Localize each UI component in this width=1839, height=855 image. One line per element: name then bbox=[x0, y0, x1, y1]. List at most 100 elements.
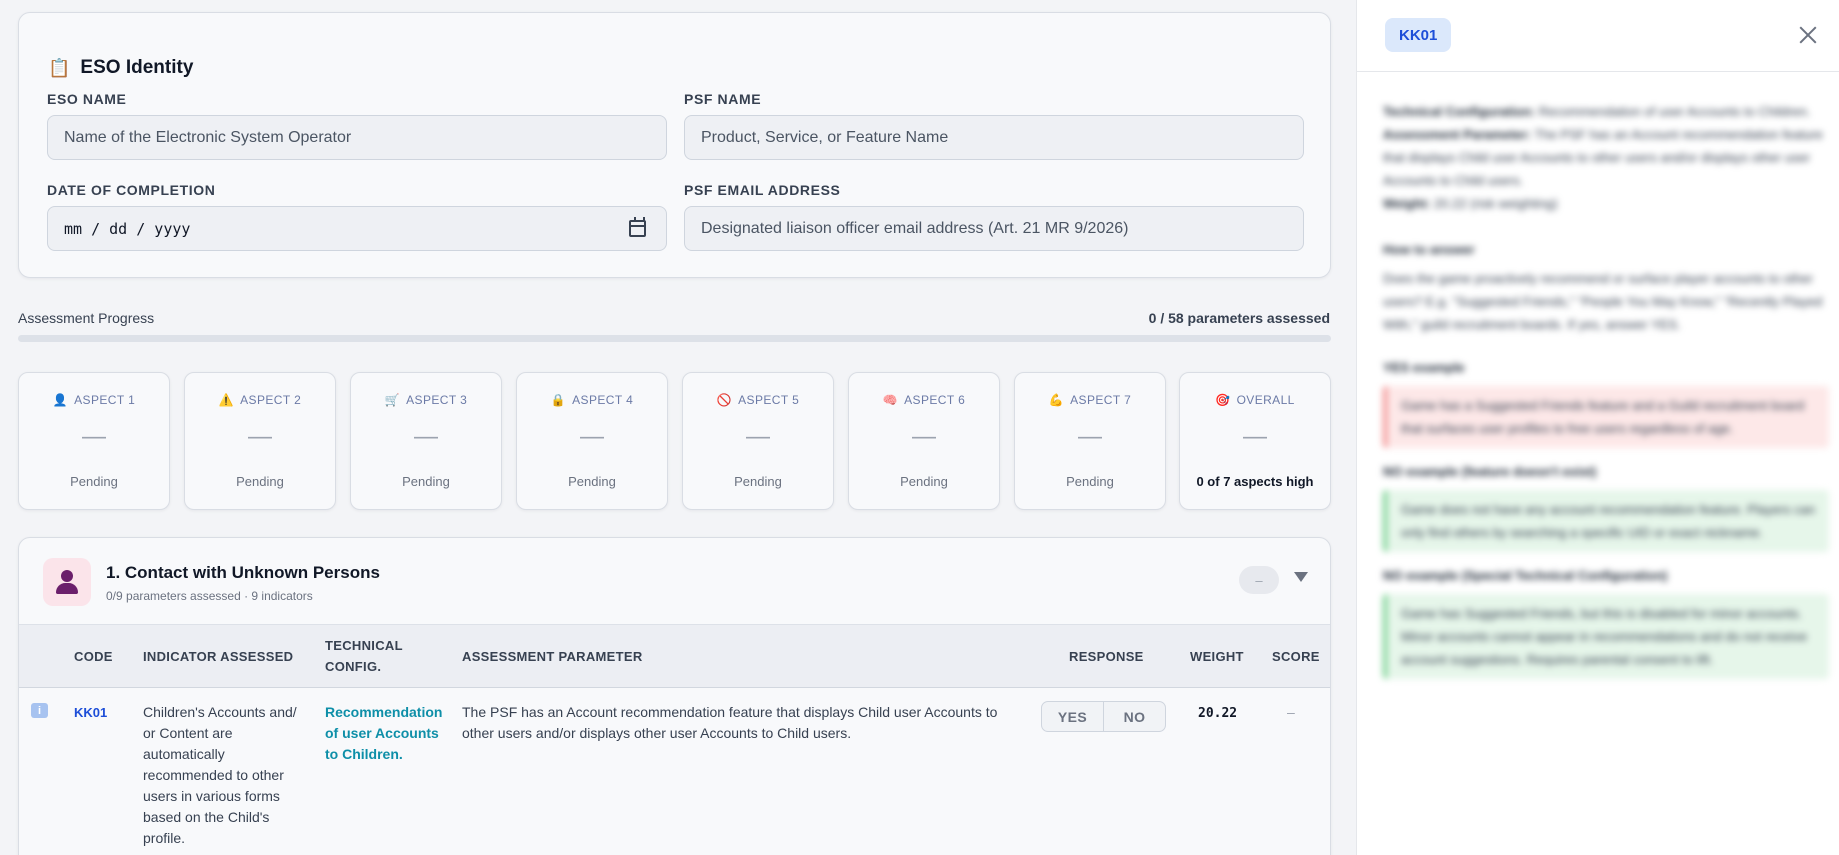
eso-identity-title-text: ESO Identity bbox=[80, 57, 194, 78]
col-score: SCORE bbox=[1272, 649, 1320, 664]
aspect-label: OVERALL bbox=[1236, 393, 1295, 407]
person-icon: 👤 bbox=[52, 393, 69, 407]
no-example-special-box: Game has Suggested Friends, but this is … bbox=[1383, 594, 1829, 679]
flexed-arm-icon: 💪 bbox=[1048, 393, 1065, 407]
row-technical-config[interactable]: Recommendation of user Accounts to Child… bbox=[325, 702, 450, 765]
aspect-card-overall[interactable]: 🎯 OVERALL — 0 of 7 aspects high bbox=[1179, 372, 1331, 510]
aspect-card-2[interactable]: ⚠️ ASPECT 2 — Pending bbox=[184, 372, 336, 510]
psf-name-input[interactable]: Product, Service, or Feature Name bbox=[684, 115, 1304, 160]
calendar-icon[interactable] bbox=[629, 217, 646, 237]
person-icon bbox=[43, 558, 91, 606]
aspect-card-3[interactable]: 🛒 ASPECT 3 — Pending bbox=[350, 372, 502, 510]
aspect-value: — bbox=[248, 423, 272, 450]
brain-icon: 🧠 bbox=[882, 393, 899, 407]
aspect-label: ASPECT 5 bbox=[738, 393, 800, 407]
no-entry-icon: 🚫 bbox=[716, 393, 733, 407]
aspect-value: — bbox=[746, 423, 770, 450]
aspect-label: ASPECT 3 bbox=[406, 393, 468, 407]
aspect-status: Pending bbox=[236, 474, 284, 489]
panel-summary: Technical Configuration: Recommendation … bbox=[1383, 100, 1823, 215]
date-of-completion-input[interactable]: mm / dd / yyyy bbox=[47, 206, 667, 251]
chevron-down-icon[interactable] bbox=[1294, 572, 1308, 582]
psf-email-label: PSF EMAIL ADDRESS bbox=[684, 182, 841, 198]
eso-identity-card: 📋 ESO Identity ESO NAME Name of the Elec… bbox=[18, 12, 1331, 278]
col-response: RESPONSE bbox=[1069, 649, 1144, 664]
eso-name-placeholder: Name of the Electronic System Operator bbox=[64, 128, 352, 146]
close-icon[interactable] bbox=[1799, 26, 1817, 44]
row-weight: 20.22 bbox=[1198, 706, 1238, 721]
section-score-pill: – bbox=[1239, 566, 1279, 594]
row-indicator: Children's Accounts and/ or Content are … bbox=[143, 704, 297, 846]
yes-button[interactable]: YES bbox=[1042, 702, 1103, 731]
eso-identity-title: 📋 ESO Identity bbox=[48, 57, 193, 79]
col-indicator: INDICATOR ASSESSED bbox=[143, 649, 294, 664]
no-example-special-title: NO example (Special Technical Configurat… bbox=[1383, 568, 1668, 583]
no-button[interactable]: NO bbox=[1103, 702, 1165, 731]
col-weight: WEIGHT bbox=[1190, 649, 1244, 664]
section-title[interactable]: 1. Contact with Unknown Persons bbox=[106, 563, 380, 583]
cart-icon: 🛒 bbox=[384, 393, 401, 407]
aspect-card-7[interactable]: 💪 ASPECT 7 — Pending bbox=[1014, 372, 1166, 510]
aspect-status: Pending bbox=[568, 474, 616, 489]
aspect-value: — bbox=[82, 423, 106, 450]
date-of-completion-label: DATE OF COMPLETION bbox=[47, 182, 216, 198]
clipboard-icon: 📋 bbox=[48, 57, 71, 78]
aspect-status: Pending bbox=[900, 474, 948, 489]
date-value: mm / dd / yyyy bbox=[64, 219, 191, 238]
response-toggle: YES NO bbox=[1041, 701, 1166, 732]
col-code: CODE bbox=[74, 649, 113, 664]
aspect-label: ASPECT 6 bbox=[904, 393, 966, 407]
no-example-box: Game does not have any account recommend… bbox=[1383, 490, 1829, 552]
aspect-label: ASPECT 4 bbox=[572, 393, 634, 407]
yes-example-box: Game has a Suggested Friends feature and… bbox=[1383, 386, 1829, 448]
col-assessment-parameter: ASSESSMENT PARAMETER bbox=[462, 649, 643, 664]
aspect-value: — bbox=[1078, 423, 1102, 450]
weight-value: 20.22 (risk weighting) bbox=[1434, 196, 1558, 211]
aspect-value: — bbox=[1243, 423, 1267, 450]
no-example-text: Game does not have any account recommend… bbox=[1401, 502, 1816, 540]
table-header: CODE INDICATOR ASSESSED TECHNICAL CONFIG… bbox=[19, 624, 1330, 688]
section-contact-unknown-persons: 1. Contact with Unknown Persons 0/9 para… bbox=[18, 537, 1331, 855]
psf-email-input[interactable]: Designated liaison officer email address… bbox=[684, 206, 1304, 251]
aspect-card-5[interactable]: 🚫 ASPECT 5 — Pending bbox=[682, 372, 834, 510]
aspect-status: Pending bbox=[734, 474, 782, 489]
panel-header: KK01 bbox=[1357, 0, 1839, 72]
tech-config-value: Recommendation of user Accounts to Child… bbox=[1538, 104, 1811, 119]
row-code[interactable]: KK01 bbox=[74, 702, 107, 723]
eso-name-input[interactable]: Name of the Electronic System Operator bbox=[47, 115, 667, 160]
target-icon: 🎯 bbox=[1215, 393, 1231, 407]
how-to-answer-text: Does the game proactively recommend or s… bbox=[1383, 271, 1823, 332]
col-technical-config: TECHNICAL CONFIG. bbox=[325, 638, 403, 674]
aspect-status: Pending bbox=[70, 474, 118, 489]
assessment-progress-bar bbox=[18, 335, 1331, 342]
aspect-label: ASPECT 7 bbox=[1070, 393, 1132, 407]
yes-example-title: YES example bbox=[1383, 360, 1465, 375]
section-subtitle: 0/9 parameters assessed · 9 indicators bbox=[106, 589, 313, 603]
row-score: – bbox=[1287, 704, 1295, 720]
main-content: 📋 ESO Identity ESO NAME Name of the Elec… bbox=[0, 0, 1356, 855]
indicator-code-badge: KK01 bbox=[1385, 18, 1452, 52]
aspect-card-4[interactable]: 🔒 ASPECT 4 — Pending bbox=[516, 372, 668, 510]
assessment-label: Assessment Parameter: bbox=[1383, 127, 1532, 142]
aspect-value: — bbox=[414, 423, 438, 450]
aspect-status: Pending bbox=[1066, 474, 1114, 489]
aspect-card-6[interactable]: 🧠 ASPECT 6 — Pending bbox=[848, 372, 1000, 510]
aspect-card-1[interactable]: 👤 ASPECT 1 — Pending bbox=[18, 372, 170, 510]
assessment-progress-count: 0 / 58 parameters assessed bbox=[1148, 310, 1330, 326]
yes-example-text: Game has a Suggested Friends feature and… bbox=[1401, 398, 1805, 436]
aspect-status: 0 of 7 aspects high bbox=[1196, 474, 1314, 489]
eso-name-label: ESO NAME bbox=[47, 91, 127, 107]
psf-name-placeholder: Product, Service, or Feature Name bbox=[701, 128, 949, 146]
psf-email-placeholder: Designated liaison officer email address… bbox=[701, 219, 1129, 237]
aspect-status: Pending bbox=[402, 474, 450, 489]
info-icon[interactable]: i bbox=[31, 703, 48, 718]
row-assessment-parameter: The PSF has an Account recommendation fe… bbox=[462, 704, 998, 741]
weight-label: Weight: bbox=[1383, 196, 1431, 211]
indicator-detail-panel: KK01 Technical Configuration: Recommenda… bbox=[1356, 0, 1839, 855]
aspect-label: ASPECT 2 bbox=[240, 393, 302, 407]
aspect-label: ASPECT 1 bbox=[74, 393, 136, 407]
warning-icon: ⚠️ bbox=[218, 393, 235, 407]
no-example-special-text: Game has Suggested Friends, but this is … bbox=[1401, 606, 1808, 667]
lock-icon: 🔒 bbox=[550, 393, 567, 407]
aspect-value: — bbox=[580, 423, 604, 450]
